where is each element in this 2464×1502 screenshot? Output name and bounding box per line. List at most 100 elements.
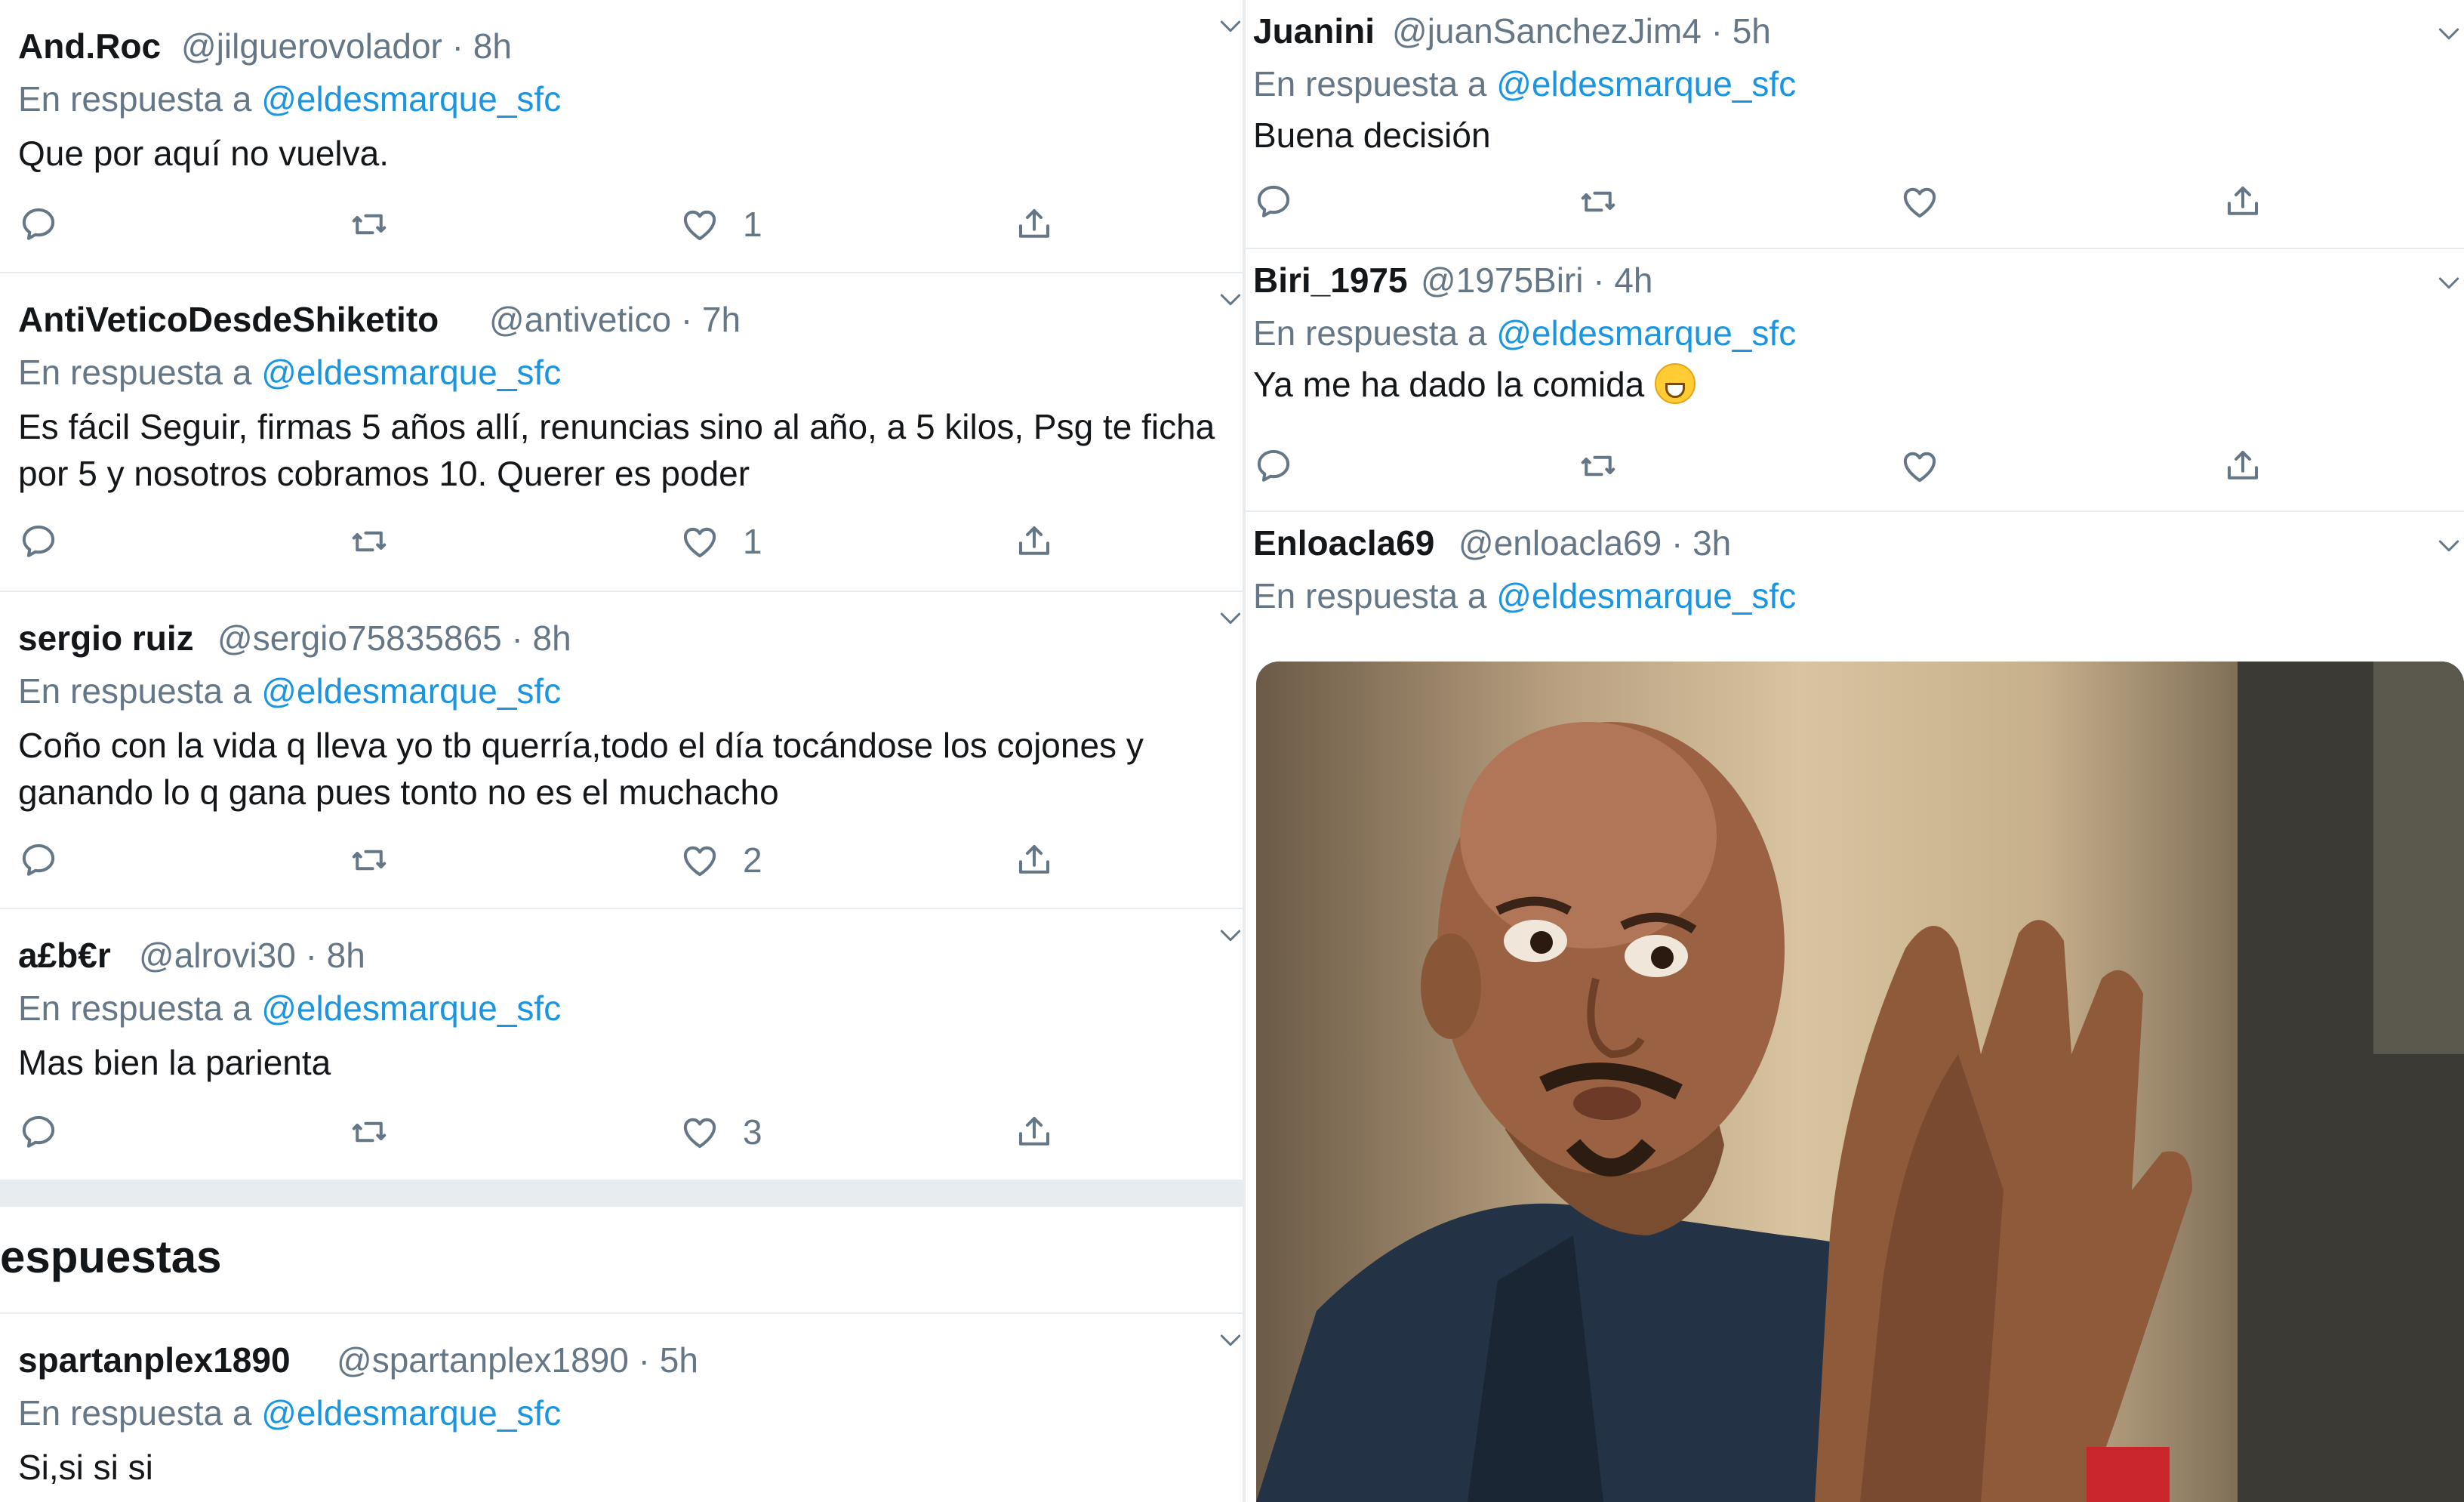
share-button[interactable] xyxy=(1014,198,1055,251)
tweet-card[interactable]: spartanplex1890 @spartanplex1890 · 5h En… xyxy=(0,1314,1246,1502)
mention-link[interactable]: @eldesmarque_sfc xyxy=(1496,576,1796,615)
heart-icon xyxy=(1899,446,1940,486)
like-count: 3 xyxy=(743,1112,762,1152)
chevron-down-icon[interactable] xyxy=(2434,267,2464,298)
tweet-actions: 1 xyxy=(0,198,1246,251)
tweet-text: Es fácil Seguir, firmas 5 años allí, ren… xyxy=(18,407,1215,493)
tweet-card[interactable]: a£b€r @alrovi30 · 8h En respuesta a @eld… xyxy=(0,909,1246,1180)
like-button[interactable]: 1 xyxy=(679,198,762,251)
mention-link[interactable]: @eldesmarque_sfc xyxy=(261,1393,561,1433)
like-button[interactable]: 3 xyxy=(679,1106,762,1158)
tweet-actions: 3 xyxy=(0,1106,1246,1158)
grinning-emoji xyxy=(1655,363,1696,404)
chevron-down-icon[interactable] xyxy=(1215,1325,1246,1355)
reply-button[interactable] xyxy=(18,834,59,887)
tweet-text: Coño con la vida q lleva yo tb querría,t… xyxy=(18,726,1144,812)
retweet-button[interactable] xyxy=(349,834,390,887)
author-name[interactable]: Biri_1975 xyxy=(1253,260,1408,301)
author-name[interactable]: And.Roc xyxy=(18,26,161,66)
tweet-actions xyxy=(1246,175,2464,228)
retweet-button[interactable] xyxy=(349,515,390,568)
share-icon xyxy=(2222,446,2263,486)
share-icon xyxy=(1014,1112,1055,1152)
tweet-card[interactable]: AntiVeticoDesdeShiketito @antivetico · 7… xyxy=(0,273,1246,592)
author-handle[interactable]: @enloacla69 · 3h xyxy=(1458,523,1731,563)
retweet-button[interactable] xyxy=(1578,439,1619,492)
retweet-button[interactable] xyxy=(349,198,390,251)
reply-button[interactable] xyxy=(18,1106,59,1158)
tweet-text: Buena decisión xyxy=(1253,116,1491,155)
share-icon xyxy=(2222,181,2263,222)
chevron-down-icon[interactable] xyxy=(1215,920,1246,950)
retweet-button[interactable] xyxy=(349,1106,390,1158)
reply-context: En respuesta a @eldesmarque_sfc xyxy=(18,671,562,711)
mention-link[interactable]: @eldesmarque_sfc xyxy=(261,79,561,119)
author-name[interactable]: Juanini xyxy=(1253,11,1375,51)
retweet-icon xyxy=(349,1112,390,1152)
tweet-gif-media[interactable] xyxy=(1256,662,2464,1502)
share-button[interactable] xyxy=(2222,439,2263,492)
like-button[interactable] xyxy=(1899,439,1940,492)
author-name[interactable]: AntiVeticoDesdeShiketito xyxy=(18,299,439,340)
share-icon xyxy=(1014,521,1055,562)
heart-icon xyxy=(679,1112,720,1152)
author-name[interactable]: Enloacla69 xyxy=(1253,523,1434,563)
tweet-card[interactable]: Biri_1975 @1975Biri · 4h En respuesta a … xyxy=(1246,249,2464,512)
reply-context: En respuesta a @eldesmarque_sfc xyxy=(18,1393,562,1433)
mention-link[interactable]: @eldesmarque_sfc xyxy=(261,988,561,1028)
author-name[interactable]: a£b€r xyxy=(18,935,111,976)
like-button[interactable]: 2 xyxy=(679,834,762,887)
reply-button[interactable] xyxy=(1253,439,1294,492)
author-name[interactable]: spartanplex1890 xyxy=(18,1340,291,1380)
mention-link[interactable]: @eldesmarque_sfc xyxy=(261,353,561,392)
like-button[interactable] xyxy=(1899,175,1940,228)
author-handle[interactable]: @alrovi30 · 8h xyxy=(139,935,365,976)
reply-context: En respuesta a @eldesmarque_sfc xyxy=(18,79,562,119)
reply-button[interactable] xyxy=(1253,175,1294,228)
tweet-card[interactable]: Juanini @juanSanchezJim4 · 5h En respues… xyxy=(1246,0,2464,249)
share-button[interactable] xyxy=(1014,515,1055,568)
reply-icon xyxy=(18,1112,59,1152)
mention-link[interactable]: @eldesmarque_sfc xyxy=(1496,313,1796,353)
chevron-down-icon[interactable] xyxy=(1215,603,1246,633)
heart-icon xyxy=(679,840,720,881)
retweet-icon xyxy=(1578,446,1619,486)
author-handle[interactable]: @antivetico · 7h xyxy=(489,299,741,340)
share-button[interactable] xyxy=(2222,175,2263,228)
like-button[interactable]: 1 xyxy=(679,515,762,568)
author-handle[interactable]: @juanSanchezJim4 · 5h xyxy=(1392,11,1771,51)
reply-icon xyxy=(18,521,59,562)
author-name[interactable]: sergio ruiz xyxy=(18,618,194,658)
share-button[interactable] xyxy=(1014,1106,1055,1158)
retweet-button[interactable] xyxy=(1578,175,1619,228)
reply-icon xyxy=(18,204,59,245)
heart-icon xyxy=(1899,181,1940,222)
author-handle[interactable]: @spartanplex1890 · 5h xyxy=(337,1340,698,1380)
author-handle[interactable]: @sergio75835865 · 8h xyxy=(217,618,571,658)
author-handle[interactable]: @jilguerovolador · 8h xyxy=(181,26,512,66)
section-separator xyxy=(0,1180,1246,1207)
tweet-card[interactable]: And.Roc @jilguerovolador · 8h En respues… xyxy=(0,0,1246,273)
share-icon xyxy=(1014,840,1055,881)
reply-context: En respuesta a @eldesmarque_sfc xyxy=(18,988,562,1028)
heart-icon xyxy=(679,521,720,562)
tweet-text: Que por aquí no vuelva. xyxy=(18,134,389,173)
share-button[interactable] xyxy=(1014,834,1055,887)
right-reply-column: Juanini @juanSanchezJim4 · 5h En respues… xyxy=(1246,0,2464,1502)
chevron-down-icon[interactable] xyxy=(2434,18,2464,48)
reply-button[interactable] xyxy=(18,515,59,568)
chevron-down-icon[interactable] xyxy=(1215,11,1246,41)
retweet-icon xyxy=(349,521,390,562)
mention-link[interactable]: @eldesmarque_sfc xyxy=(261,671,561,711)
chevron-down-icon[interactable] xyxy=(2434,530,2464,560)
gif-illustration xyxy=(1256,662,2464,1502)
mention-link[interactable]: @eldesmarque_sfc xyxy=(1496,64,1796,103)
chevron-down-icon[interactable] xyxy=(1215,284,1246,314)
tweet-card[interactable]: sergio ruiz @sergio75835865 · 8h En resp… xyxy=(0,592,1246,909)
share-icon xyxy=(1014,204,1055,245)
author-handle[interactable]: @1975Biri · 4h xyxy=(1421,260,1653,301)
like-count: 1 xyxy=(743,205,762,244)
reply-button[interactable] xyxy=(18,198,59,251)
reply-icon xyxy=(18,840,59,881)
reply-icon xyxy=(1253,181,1294,222)
